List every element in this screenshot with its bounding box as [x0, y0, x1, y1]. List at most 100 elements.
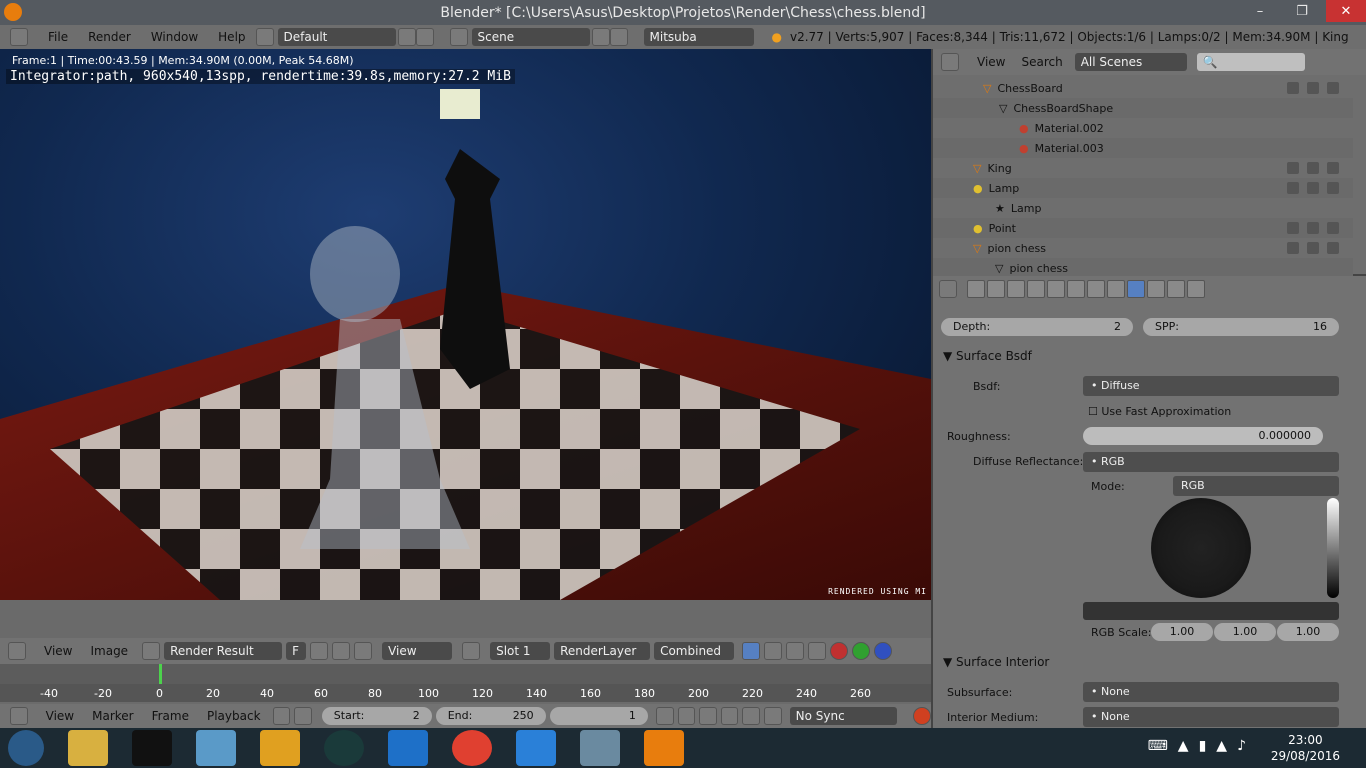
visibility-icon[interactable]: [1287, 82, 1299, 94]
outliner-row-chessboardshape[interactable]: ▽ ChessBoardShape: [933, 98, 1353, 118]
object-tab-icon[interactable]: [1047, 280, 1065, 298]
visual-studio-icon[interactable]: [388, 730, 428, 766]
rgb-scale-b[interactable]: 1.00: [1277, 623, 1339, 641]
render-pass-selector[interactable]: Combined: [654, 642, 735, 660]
volume-icon[interactable]: ♪: [1237, 738, 1246, 754]
outliner-row-point[interactable]: ● Point: [933, 218, 1353, 238]
menu-window[interactable]: Window: [141, 30, 208, 44]
render-icon[interactable]: [1327, 162, 1339, 174]
bsdf-selector[interactable]: • Diffuse: [1083, 376, 1339, 396]
menu-file[interactable]: File: [38, 30, 78, 44]
sync-selector[interactable]: No Sync: [789, 707, 898, 725]
color-wheel[interactable]: [1151, 498, 1251, 598]
play-reverse-icon[interactable]: [699, 707, 717, 725]
select-icon[interactable]: [1307, 82, 1319, 94]
particles-tab-icon[interactable]: [1167, 280, 1185, 298]
alpha-icon[interactable]: [764, 642, 783, 660]
z-buffer-icon[interactable]: [786, 642, 805, 660]
layout-icon[interactable]: [255, 28, 274, 46]
dropbox-icon[interactable]: [516, 730, 556, 766]
image-browse-icon[interactable]: [142, 642, 161, 660]
outliner-row-lamp[interactable]: ● Lamp: [933, 178, 1353, 198]
blender-taskbar-icon[interactable]: [644, 730, 684, 766]
task-manager-icon[interactable]: [580, 730, 620, 766]
terminal-icon[interactable]: [132, 730, 172, 766]
render-viewport[interactable]: Frame:1 | Time:00:43.59 | Mem:34.90M (0.…: [0, 49, 931, 600]
menu-help[interactable]: Help: [208, 30, 255, 44]
select-icon[interactable]: [1307, 162, 1319, 174]
restore-button[interactable]: ❐: [1282, 0, 1322, 22]
lock-icon[interactable]: [294, 707, 312, 725]
surface-interior-section[interactable]: ▼ Surface Interior: [943, 655, 1049, 669]
select-icon[interactable]: [1307, 222, 1319, 234]
start-button[interactable]: [8, 730, 44, 766]
color-swatch[interactable]: [1083, 602, 1339, 620]
scene-icon[interactable]: [449, 28, 468, 46]
outliner-row-chessboard[interactable]: ▽ ChessBoard: [933, 78, 1353, 98]
layout-selector[interactable]: Default: [277, 28, 396, 46]
end-frame-field[interactable]: End: 250: [435, 707, 546, 725]
fast-approx-checkbox[interactable]: ☐ Use Fast Approximation: [1088, 405, 1231, 418]
image-editor-type-icon[interactable]: [8, 642, 26, 660]
display-filter-selector[interactable]: All Scenes: [1074, 53, 1187, 71]
gitkraken-icon[interactable]: [324, 730, 364, 766]
add-layout-icon[interactable]: [397, 28, 416, 46]
outliner-row-king[interactable]: ▽ King: [933, 158, 1353, 178]
timeline-track[interactable]: [0, 664, 931, 684]
outliner-row-material-002[interactable]: ● Material.002: [933, 118, 1353, 138]
value-slider[interactable]: [1327, 498, 1339, 598]
slot-selector[interactable]: Slot 1: [490, 642, 551, 660]
start-frame-field[interactable]: Start: 2: [321, 707, 432, 725]
visibility-icon[interactable]: [1287, 162, 1299, 174]
interior-medium-selector[interactable]: • None: [1083, 707, 1339, 727]
timeline-area[interactable]: -40 -20 0 20 40 60 80 100 120 140 160 18…: [0, 664, 931, 704]
next-keyframe-icon[interactable]: [742, 707, 761, 725]
render-icon[interactable]: [1327, 222, 1339, 234]
physics-tab-icon[interactable]: [1187, 280, 1205, 298]
outliner-row-material-003[interactable]: ● Material.003: [933, 138, 1353, 158]
open-image-icon[interactable]: [332, 642, 351, 660]
jump-start-icon[interactable]: [655, 707, 674, 725]
scene-selector[interactable]: Scene: [471, 28, 590, 46]
minimize-button[interactable]: –: [1240, 0, 1280, 22]
depth-field[interactable]: Depth: 2: [941, 318, 1133, 336]
current-frame-marker[interactable]: [159, 664, 162, 684]
constraints-tab-icon[interactable]: [1067, 280, 1085, 298]
close-button[interactable]: ✕: [1326, 0, 1366, 22]
sublime-icon[interactable]: [260, 730, 300, 766]
tl-menu-view[interactable]: View: [46, 709, 74, 723]
spp-field[interactable]: SPP: 16: [1143, 318, 1339, 336]
modifiers-tab-icon[interactable]: [1087, 280, 1105, 298]
channel-icon[interactable]: [808, 642, 827, 660]
jump-end-icon[interactable]: [764, 707, 782, 725]
keyboard-icon[interactable]: ⌨: [1148, 738, 1168, 754]
unlink-image-icon[interactable]: [354, 642, 373, 660]
timeline-type-icon[interactable]: [10, 707, 28, 725]
tl-menu-marker[interactable]: Marker: [92, 709, 133, 723]
add-scene-icon[interactable]: [591, 28, 610, 46]
outliner-type-icon[interactable]: [941, 53, 959, 71]
play-icon[interactable]: [720, 707, 739, 725]
world-tab-icon[interactable]: [1027, 280, 1045, 298]
current-frame-field[interactable]: 1: [549, 707, 648, 725]
rgb-scale-g[interactable]: 1.00: [1214, 623, 1276, 641]
outliner-row-pion-chess-mesh[interactable]: ▽ pion chess: [933, 258, 1353, 278]
ol-menu-view[interactable]: View: [977, 55, 1005, 69]
clock[interactable]: 23:00 29/08/2016: [1271, 732, 1340, 764]
surface-bsdf-section[interactable]: ▼ Surface Bsdf: [943, 349, 1032, 363]
visibility-icon[interactable]: [1287, 242, 1299, 254]
file-explorer-icon[interactable]: [68, 730, 108, 766]
battery-icon[interactable]: ▮: [1199, 738, 1207, 754]
rgb-scale-r[interactable]: 1.00: [1151, 623, 1213, 641]
scene-tab-icon[interactable]: [1007, 280, 1025, 298]
prev-keyframe-icon[interactable]: [677, 707, 696, 725]
select-icon[interactable]: [1307, 182, 1319, 194]
blue-channel-icon[interactable]: [874, 642, 893, 660]
render-icon[interactable]: [1327, 82, 1339, 94]
properties-type-icon[interactable]: [939, 280, 957, 298]
render-icon[interactable]: [1327, 242, 1339, 254]
color-mode-selector[interactable]: RGB: [1173, 476, 1339, 496]
editor-type-icon[interactable]: [10, 28, 28, 46]
pivot-icon[interactable]: [462, 642, 481, 660]
signal-icon[interactable]: ▲: [1216, 738, 1227, 754]
